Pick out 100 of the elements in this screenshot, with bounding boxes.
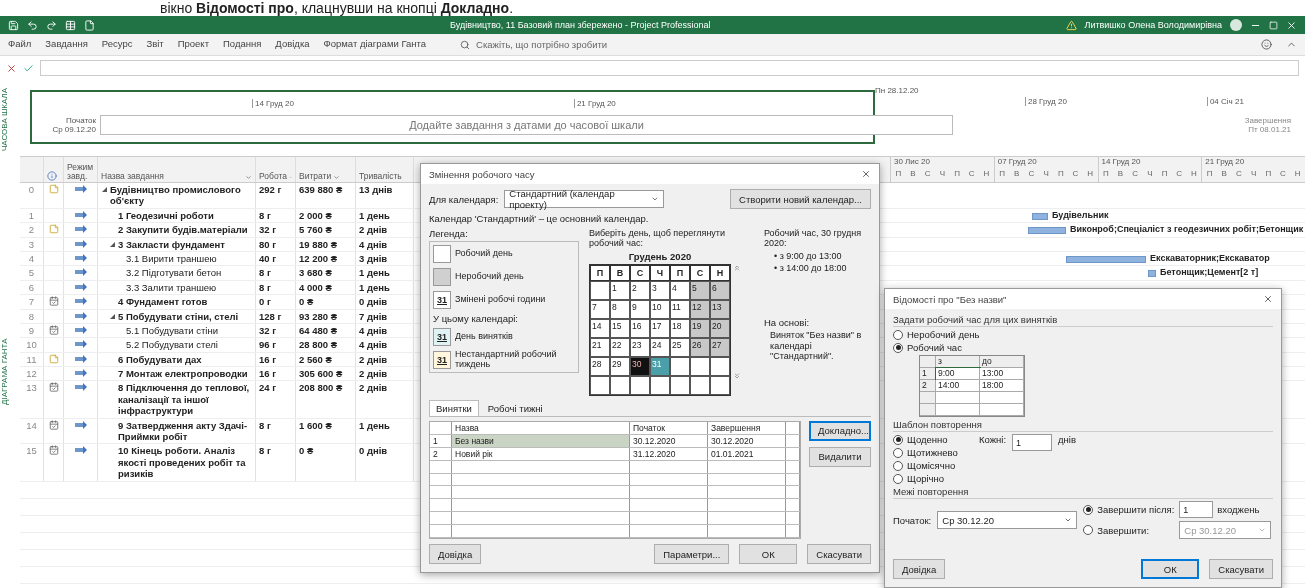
task-mode-icon [74,281,87,291]
menu-tab[interactable]: Довідка [275,38,310,51]
close-icon[interactable] [1286,19,1297,31]
menu-tab[interactable]: Подання [223,38,262,51]
file-icon[interactable] [84,19,95,31]
column-header[interactable]: Тривалість [359,172,402,181]
close-icon[interactable] [1263,294,1273,304]
column-header[interactable]: Назва завдання [101,172,164,181]
calendar-note: Календар 'Стандартний' – це основний календар. [429,213,650,224]
section-heading: Шаблон повторення [893,419,1273,432]
time-to[interactable]: 13:00 [980,368,1024,380]
time-from[interactable]: 14:00 [936,380,980,392]
collapse-caret-icon[interactable] [109,240,118,248]
note-icon [48,184,59,194]
work-cell: 80 г [256,237,296,251]
dialog-button[interactable]: ОК [1141,559,1200,579]
radio-button[interactable] [893,329,903,340]
month-label: Грудень 2020 [627,250,693,262]
day-letter: П [998,169,1006,178]
day-letter: С [1027,169,1036,178]
menu-tab[interactable]: Файл [8,38,32,51]
dialog-tab[interactable]: Робочі тижні [480,399,550,416]
exception-name[interactable]: Новий рік [452,447,630,460]
field-label: Для календаря: [429,193,499,205]
weekday-header: Ч [650,264,670,281]
cancel-icon[interactable] [6,62,17,74]
undo-icon[interactable] [27,19,38,31]
maximize-icon[interactable] [1269,20,1278,30]
column-header: Назва [452,421,630,434]
help-button[interactable]: Довідка [429,544,482,564]
task-name: 7 Монтаж електропроводки [118,368,248,380]
start-date-select[interactable]: Ср 30.12.20 [937,511,1078,529]
dialog-tab[interactable]: Винятки [429,399,479,416]
unit-label: днів [1058,434,1076,445]
dialog-title: Змінення робочого часу [429,168,535,180]
calendar-select[interactable]: Стандартний (календар проекту) [504,190,665,208]
collapse-caret-icon[interactable] [109,312,118,320]
row-number: 8 [20,309,44,323]
close-icon[interactable] [861,169,871,179]
help-button[interactable]: Довідка [893,559,946,579]
dialog-button[interactable]: Видалити [809,446,871,467]
cost-cell: 19 880 ₴ [296,237,356,251]
day-letter: С [967,169,976,178]
radio-button[interactable] [893,473,903,484]
radio-button[interactable] [893,447,903,458]
duration-cell: 7 днів [356,309,414,323]
menu-tab[interactable]: Формат діаграми Ганта [323,38,427,51]
task-name: 5 Побудувати стіни, стелі [118,310,239,322]
menu-tab[interactable]: Проект [177,38,209,51]
save-icon[interactable] [8,19,19,31]
dialog-button[interactable]: Скасувати [1209,559,1273,579]
dialog-button[interactable]: Скасувати [807,544,871,564]
redo-icon[interactable] [46,19,57,31]
task-name: 1 Геодезичні роботи [118,209,214,222]
entry-field[interactable] [40,60,1299,76]
every-field[interactable]: 1 [1012,434,1053,451]
task-name: 5.2 Побудувати стелі [126,339,218,351]
task-mode-icon [74,368,87,378]
menu-tab[interactable]: Ресурс [101,38,133,51]
timeline-start-label: Початок [65,116,96,125]
work-cell: 32 г [256,223,296,237]
time-to[interactable]: 18:00 [980,380,1024,392]
day-letter: В [1013,169,1021,178]
section-heading: Межі повторення [893,486,1273,499]
row-header-cell [920,392,936,404]
search-field[interactable]: Скажіть, що потрібно зробити [460,38,675,51]
radio-button[interactable] [1083,525,1094,535]
cost-cell: 0 ₴ [296,295,356,309]
weekday-header: С [690,264,710,281]
task-name: 6 Побудувати дах [118,353,202,366]
menu-tab[interactable]: Звіт [146,38,164,51]
gantt-bar [1032,212,1048,220]
radio-button[interactable] [893,434,903,445]
table-icon[interactable] [65,19,76,31]
column-header[interactable]: Робота [259,172,287,181]
radio-button[interactable] [893,342,903,353]
legend-title: Легенда: [429,228,469,239]
task-mode-icon [74,184,87,193]
column-header[interactable]: Режим завд. [67,163,94,181]
collapse-caret-icon[interactable] [101,186,110,193]
count-field[interactable]: 1 [1179,501,1214,518]
day-letter: П [1101,169,1110,178]
radio-button[interactable] [893,460,903,471]
cost-cell: 639 880 ₴ [296,183,356,208]
radio-label: Завершити: [1097,524,1151,536]
dialog-button[interactable]: Параметри... [654,544,730,564]
time-from[interactable]: 9:00 [936,368,980,380]
task-mode-icon [74,445,87,455]
day-letter: В [1220,169,1228,178]
menu-tab[interactable]: Завдання [45,38,88,51]
dialog-button[interactable]: ОК [739,544,798,564]
smiley-icon[interactable] [1261,39,1272,50]
check-icon[interactable] [23,62,34,74]
dialog-button[interactable]: Докладно... [809,420,871,441]
day-letter: П [953,169,961,178]
create-calendar-button[interactable]: Створити новий календар... [730,189,871,209]
worktime-range: • з 14:00 до 18:00 [773,263,847,274]
column-header[interactable]: Витрати [299,172,332,181]
radio-button[interactable] [1083,504,1094,515]
work-cell: 8 г [256,208,296,223]
